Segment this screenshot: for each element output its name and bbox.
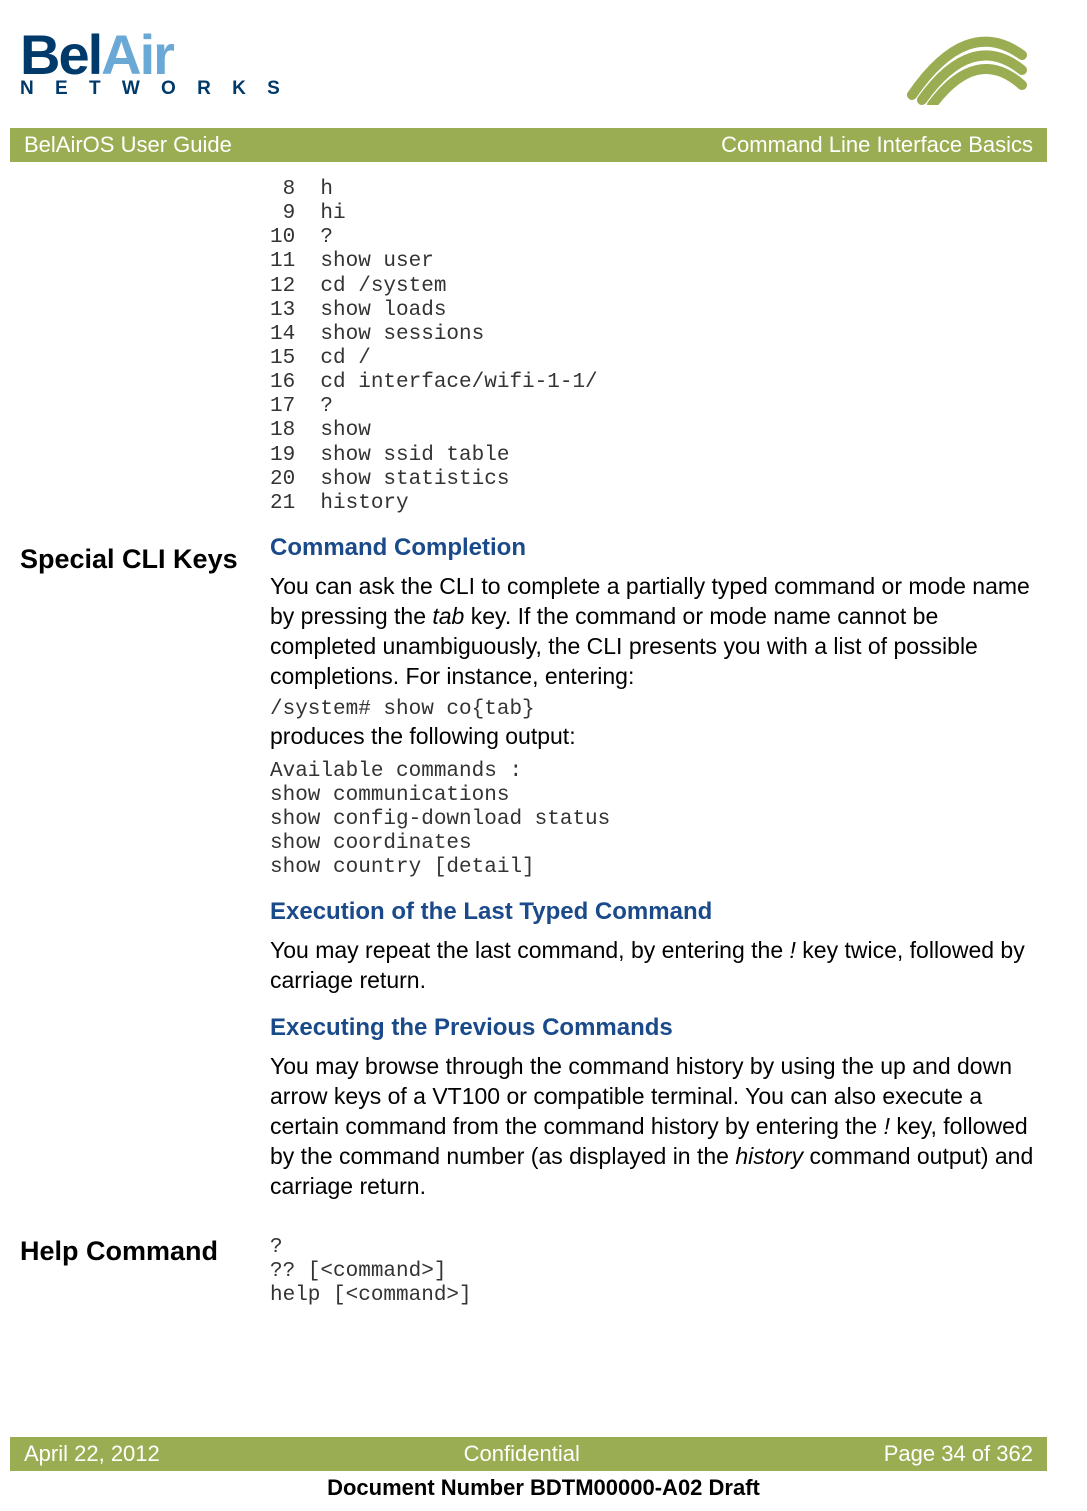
page: BelAir N E T W O R K S BelAirOS User Gui… [0,0,1087,1308]
completion-example-input: /system# show co{tab} [270,698,1047,722]
tab-key: tab [432,603,464,629]
logo-air: Air [101,23,173,86]
title-left: BelAirOS User Guide [24,132,232,158]
right-column: ? ?? [<command>] help [<command>] [270,1208,1047,1308]
footer-date: April 22, 2012 [24,1441,160,1467]
content-grid: 8 h 9 hi 10 ? 11 show user 12 cd /system… [10,178,1047,1308]
logo-line2: N E T W O R K S [20,78,288,100]
left-column: Help Command [20,1208,250,1308]
help-syntax: ? ?? [<command>] help [<command>] [270,1236,1047,1308]
help-command-heading: Help Command [20,1236,250,1267]
exec-prev-para: You may browse through the command histo… [270,1052,1047,1201]
history-output: 8 h 9 hi 10 ? 11 show user 12 cd /system… [270,178,1047,516]
special-cli-keys-heading: Special CLI Keys [20,544,250,575]
footer-confidential: Confidential [464,1441,580,1467]
left-column [20,178,250,516]
command-completion-para2: produces the following output: [270,722,1047,752]
exec-prev-title: Executing the Previous Commands [270,1014,1047,1042]
command-completion-title: Command Completion [270,534,1047,562]
document-number: Document Number BDTM00000-A02 Draft [0,1475,1087,1501]
footer-page: Page 34 of 362 [884,1441,1033,1467]
history-word: history [735,1143,803,1169]
logo-bel: Bel [20,23,101,86]
header: BelAir N E T W O R K S [10,10,1047,120]
title-bar: BelAirOS User Guide Command Line Interfa… [10,128,1047,162]
command-completion-para1: You can ask the CLI to complete a partia… [270,572,1047,692]
swoosh-icon [907,25,1027,105]
right-column: Command Completion You can ask the CLI t… [270,516,1047,1208]
exec-last-title: Execution of the Last Typed Command [270,898,1047,926]
footer-bar: April 22, 2012 Confidential Page 34 of 3… [10,1437,1047,1471]
title-right: Command Line Interface Basics [721,132,1033,158]
logo-line1: BelAir [20,30,288,80]
belair-logo: BelAir N E T W O R K S [20,30,288,100]
exec-last-para: You may repeat the last command, by ente… [270,936,1047,996]
left-column: Special CLI Keys [20,516,250,1208]
right-column: 8 h 9 hi 10 ? 11 show user 12 cd /system… [270,178,1047,516]
completion-example-output: Available commands : show communications… [270,760,1047,881]
